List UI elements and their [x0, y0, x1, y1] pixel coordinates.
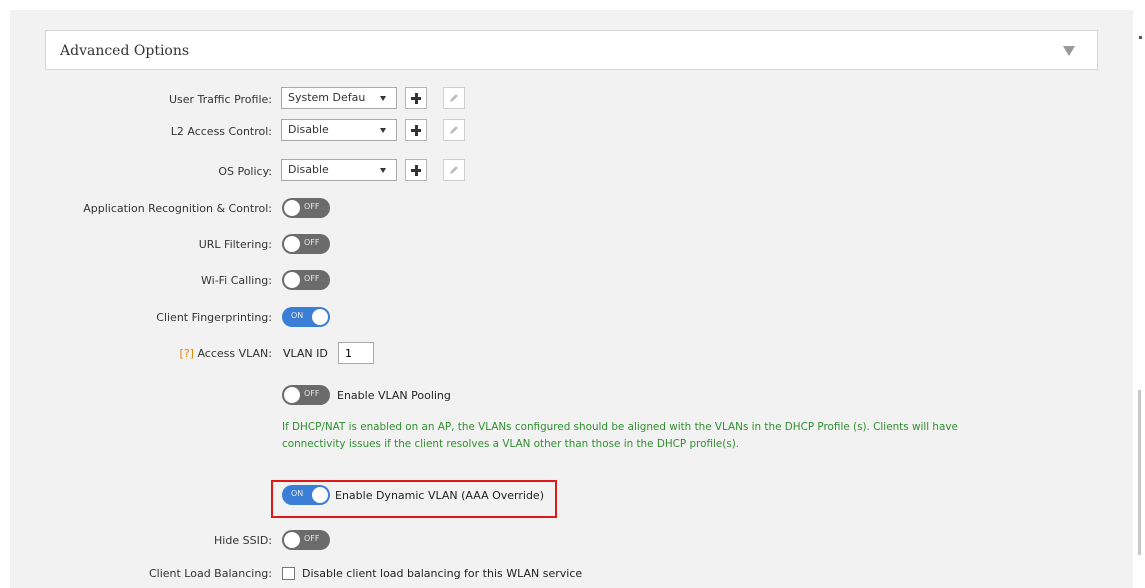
toggle-knob: [284, 200, 300, 216]
wifi-calling-toggle[interactable]: OFF: [282, 270, 330, 290]
dynamic-vlan-toggle[interactable]: ON: [282, 485, 330, 505]
dhcp-nat-note: If DHCP/NAT is enabled on an AP, the VLA…: [282, 421, 958, 450]
app-recognition-label: Application Recognition & Control:: [83, 202, 272, 215]
dynamic-vlan-label: Enable Dynamic VLAN (AAA Override): [335, 489, 544, 502]
client-fingerprinting-toggle[interactable]: ON: [282, 307, 330, 327]
toggle-state-text: OFF: [304, 238, 320, 247]
advanced-options-header[interactable]: Advanced Options: [45, 30, 1098, 70]
vlan-id-input[interactable]: [338, 342, 374, 364]
l2-access-control-select[interactable]: Disable: [281, 119, 397, 141]
os-policy-label: OS Policy:: [218, 165, 272, 178]
app-recognition-toggle[interactable]: OFF: [282, 198, 330, 218]
url-filtering-toggle[interactable]: OFF: [282, 234, 330, 254]
toggle-knob: [312, 487, 328, 503]
add-l2-access-control-button[interactable]: [405, 119, 427, 141]
scroll-marker: [1139, 36, 1142, 39]
client-load-balancing-label: Client Load Balancing:: [148, 567, 272, 580]
toggle-state-text: ON: [291, 311, 304, 320]
edit-os-policy-button[interactable]: [443, 159, 465, 181]
hide-ssid-label: Hide SSID:: [214, 534, 272, 547]
user-traffic-profile-label: User Traffic Profile:: [168, 93, 272, 106]
vlan-pooling-label: Enable VLAN Pooling: [337, 389, 451, 402]
panel-title: Advanced Options: [60, 43, 190, 59]
add-os-policy-button[interactable]: [405, 159, 427, 181]
toggle-state-text: ON: [291, 489, 304, 498]
edit-l2-access-control-button[interactable]: [443, 119, 465, 141]
client-fingerprinting-label: Client Fingerprinting:: [156, 311, 272, 324]
toggle-knob: [312, 309, 328, 325]
toggle-state-text: OFF: [304, 202, 320, 211]
access-vlan-label-text: Access VLAN:: [197, 347, 272, 360]
user-traffic-profile-select[interactable]: System Defau: [281, 87, 397, 109]
collapse-triangle-icon[interactable]: [1063, 46, 1075, 56]
edit-user-traffic-profile-button[interactable]: [443, 87, 465, 109]
pencil-edit-icon: [450, 94, 458, 102]
add-user-traffic-profile-button[interactable]: [405, 87, 427, 109]
vlan-id-label: VLAN ID: [283, 347, 328, 360]
toggle-knob: [284, 236, 300, 252]
l2-access-control-label: L2 Access Control:: [170, 125, 272, 138]
disable-load-balancing-label: Disable client load balancing for this W…: [302, 567, 583, 580]
pencil-edit-icon: [450, 166, 458, 174]
access-vlan-label: [?] Access VLAN:: [180, 347, 272, 360]
toggle-state-text: OFF: [304, 534, 320, 543]
hide-ssid-toggle[interactable]: OFF: [282, 530, 330, 550]
dropdown-caret-icon: [380, 96, 386, 101]
select-value: Disable: [288, 163, 329, 176]
select-value: Disable: [288, 123, 329, 136]
scrollbar[interactable]: [1138, 390, 1141, 555]
vlan-pooling-toggle[interactable]: OFF: [282, 385, 330, 405]
toggle-state-text: OFF: [304, 389, 320, 398]
disable-load-balancing-checkbox[interactable]: [282, 567, 295, 580]
dropdown-caret-icon: [380, 168, 386, 173]
toggle-knob: [284, 532, 300, 548]
toggle-knob: [284, 272, 300, 288]
toggle-state-text: OFF: [304, 274, 320, 283]
url-filtering-label: URL Filtering:: [198, 238, 272, 251]
pencil-edit-icon: [450, 126, 458, 134]
wifi-calling-label: Wi-Fi Calling:: [201, 274, 272, 287]
toggle-knob: [284, 387, 300, 403]
dropdown-caret-icon: [380, 128, 386, 133]
os-policy-select[interactable]: Disable: [281, 159, 397, 181]
access-vlan-help-link[interactable]: [?]: [180, 347, 194, 360]
select-value: System Defau: [288, 91, 366, 104]
